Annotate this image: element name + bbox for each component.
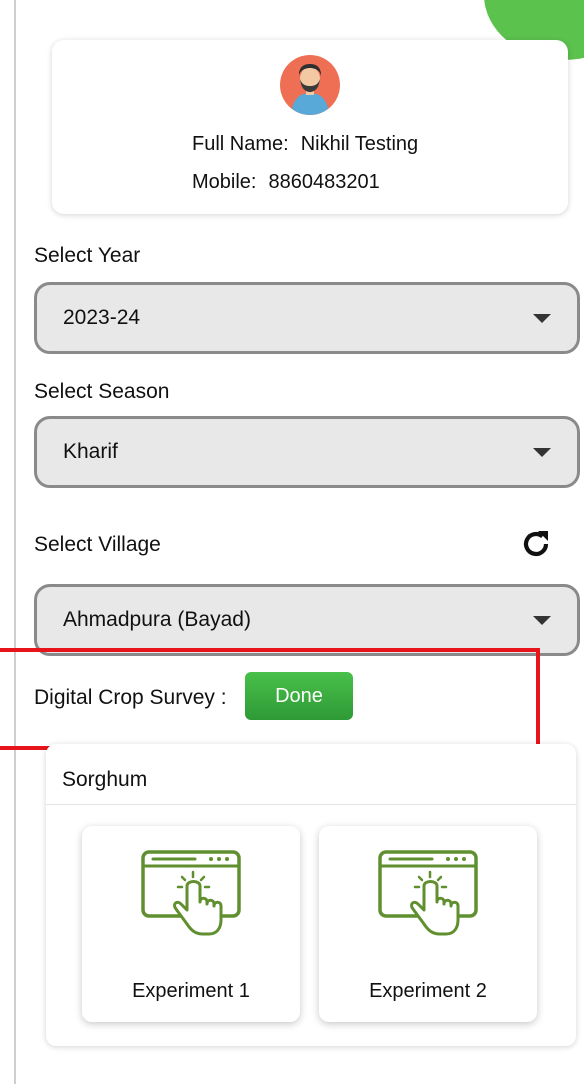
chevron-down-icon xyxy=(533,314,551,323)
experiment-1-label: Experiment 1 xyxy=(132,980,250,1002)
experiment-1-card[interactable]: Experiment 1 xyxy=(82,826,300,1022)
chevron-down-icon xyxy=(533,448,551,457)
full-name-value: Nikhil Testing xyxy=(300,133,419,155)
full-name-label: Full Name: xyxy=(192,133,289,155)
mobile-row: Mobile: 8860483201 xyxy=(192,171,380,194)
crop-name: Sorghum xyxy=(62,768,148,791)
village-dropdown[interactable]: Ahmadpura (Bayad) xyxy=(34,584,580,656)
digital-crop-survey-label: Digital Crop Survey : xyxy=(34,686,227,709)
mobile-value: 8860483201 xyxy=(268,171,380,193)
experiment-2-label: Experiment 2 xyxy=(369,980,487,1002)
crop-divider xyxy=(46,804,576,805)
left-edge-divider xyxy=(14,0,16,1084)
experiment-2-card[interactable]: Experiment 2 xyxy=(319,826,537,1022)
season-dropdown-value: Kharif xyxy=(63,440,118,463)
village-dropdown-value: Ahmadpura (Bayad) xyxy=(63,608,251,631)
tap-screen-icon xyxy=(141,850,241,936)
mobile-label: Mobile: xyxy=(192,171,257,193)
crop-card: Sorghum Experiment 1 Experiment 2 xyxy=(46,744,576,1046)
survey-status-badge: Done xyxy=(245,672,353,720)
select-year-label: Select Year xyxy=(34,244,141,267)
select-village-label: Select Village xyxy=(34,533,161,556)
profile-card: Full Name: Nikhil Testing Mobile: 88604832… xyxy=(52,40,568,214)
season-dropdown[interactable]: Kharif xyxy=(34,416,580,488)
tap-screen-icon xyxy=(378,850,478,936)
chevron-down-icon xyxy=(533,616,551,625)
year-dropdown[interactable]: 2023-24 xyxy=(34,282,580,354)
select-season-label: Select Season xyxy=(34,380,170,403)
screen: Full Name: Nikhil Testing Mobile: 88604832… xyxy=(0,0,584,1084)
avatar-icon xyxy=(280,55,340,115)
year-dropdown-value: 2023-24 xyxy=(63,306,141,329)
full-name-row: Full Name: Nikhil Testing xyxy=(192,133,418,156)
refresh-icon[interactable] xyxy=(520,528,552,560)
